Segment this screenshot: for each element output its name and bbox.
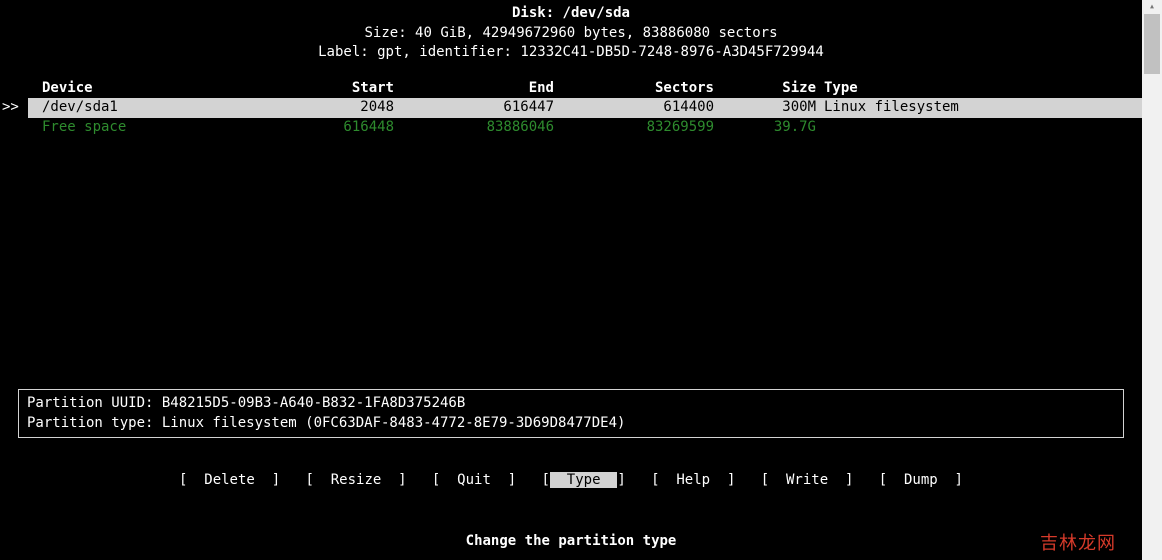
col-header-device: Device: [28, 79, 264, 99]
row-cursor: [0, 118, 28, 138]
disk-label-line: Label: gpt, identifier: 12332C41-DB5D-72…: [0, 43, 1142, 63]
disk-title: Disk: /dev/sda: [0, 4, 1142, 24]
partition-table: Device Start End Sectors Size Type >> /d…: [0, 79, 1142, 138]
cell-type: Linux filesystem: [824, 98, 1132, 118]
hint-line: Change the partition type: [0, 532, 1142, 552]
scroll-up-icon[interactable]: ▴: [1142, 0, 1162, 14]
table-header-row: Device Start End Sectors Size Type: [0, 79, 1142, 99]
cell-sectors: 83269599: [554, 118, 714, 138]
col-header-start: Start: [264, 79, 394, 99]
disk-size-line: Size: 40 GiB, 42949672960 bytes, 8388608…: [0, 24, 1142, 44]
partition-info-box: Partition UUID: B48215D5-09B3-A640-B832-…: [18, 389, 1124, 438]
col-header-sectors: Sectors: [554, 79, 714, 99]
watermark-text: 吉林龙网: [1040, 531, 1116, 556]
partition-type-line: Partition type: Linux filesystem (0FC63D…: [27, 414, 1115, 434]
table-row[interactable]: Free space 616448 83886046 83269599 39.7…: [0, 118, 1142, 138]
cell-end: 83886046: [394, 118, 554, 138]
menu-item-delete[interactable]: [ Delete ]: [179, 472, 280, 488]
row-cursor: >>: [0, 98, 28, 118]
col-header-end: End: [394, 79, 554, 99]
menu-item-dump[interactable]: [ Dump ]: [879, 472, 963, 488]
menu-item-type[interactable]: [ Type ]: [541, 472, 625, 488]
vertical-scrollbar[interactable]: ▴: [1142, 0, 1162, 560]
col-header-type: Type: [824, 79, 1132, 99]
cell-size: 300M: [714, 98, 824, 118]
scrollbar-thumb[interactable]: [1144, 14, 1160, 74]
partition-uuid-line: Partition UUID: B48215D5-09B3-A640-B832-…: [27, 394, 1115, 414]
table-row[interactable]: >> /dev/sda1 2048 616447 614400 300M Lin…: [0, 98, 1142, 118]
menu-item-write[interactable]: [ Write ]: [761, 472, 854, 488]
cell-type: [824, 118, 1132, 138]
cell-device: /dev/sda1: [28, 98, 264, 118]
cell-sectors: 614400: [554, 98, 714, 118]
menu-item-quit[interactable]: [ Quit ]: [432, 472, 516, 488]
cell-device: Free space: [28, 118, 264, 138]
menu-item-resize[interactable]: [ Resize ]: [305, 472, 406, 488]
cell-start: 2048: [264, 98, 394, 118]
cell-start: 616448: [264, 118, 394, 138]
cell-size: 39.7G: [714, 118, 824, 138]
menu-item-help[interactable]: [ Help ]: [651, 472, 735, 488]
terminal-window: Disk: /dev/sda Size: 40 GiB, 42949672960…: [0, 0, 1142, 560]
cell-end: 616447: [394, 98, 554, 118]
disk-header: Disk: /dev/sda Size: 40 GiB, 42949672960…: [0, 0, 1142, 63]
menu-bar: [ Delete ] [ Resize ] [ Quit ] [ Type ] …: [0, 471, 1142, 491]
col-header-size: Size: [714, 79, 824, 99]
